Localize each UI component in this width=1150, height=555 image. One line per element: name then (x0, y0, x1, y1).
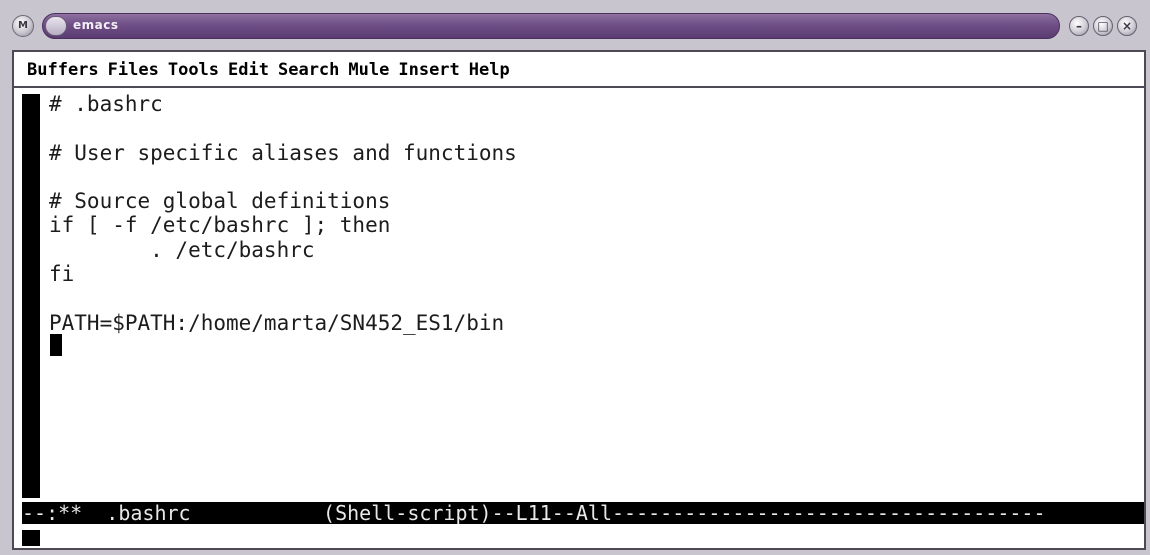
menu-buffers[interactable]: Buffers (27, 52, 99, 88)
mode-line: --:** .bashrc (Shell-script)--L11--All--… (22, 502, 1144, 524)
buffer-line (49, 286, 517, 310)
text-cursor (50, 334, 62, 356)
buffer-line: # .bashrc (49, 92, 163, 116)
buffer-text[interactable]: # .bashrc # User specific aliases and fu… (49, 92, 517, 335)
menu-search[interactable]: Search (278, 52, 339, 88)
buffer-line: fi (49, 262, 75, 287)
minibuffer-cursor (22, 530, 40, 546)
emacs-window: M emacs – □ × Buffers Files Tools Edit Searc… (0, 0, 1150, 555)
menu-mule[interactable]: Mule (348, 52, 389, 88)
menu-tools[interactable]: Tools (168, 52, 219, 88)
buffer-line (49, 116, 517, 140)
menu-edit[interactable]: Edit (228, 52, 269, 88)
minimize-button[interactable]: – (1069, 16, 1089, 36)
menu-files[interactable]: Files (108, 52, 159, 88)
menu-help[interactable]: Help (469, 52, 510, 88)
emacs-frame: Buffers Files Tools Edit Search Mule Insert Hel… (12, 50, 1146, 550)
maximize-button[interactable]: □ (1093, 16, 1113, 36)
buffer-line: . /etc/bashrc (49, 237, 315, 262)
buffer-line: # Source global definitions (49, 189, 391, 214)
menu-bar: Buffers Files Tools Edit Search Mule Insert Hel… (14, 52, 1144, 88)
buffer-line: if [ -f /etc/bashrc ]; then (49, 213, 391, 238)
buffer-line: PATH=$PATH:/home/marta/SN452_ES1/bin (49, 310, 505, 335)
buffer-line: # User specific aliases and functions (49, 140, 517, 165)
close-button[interactable]: × (1117, 16, 1137, 36)
left-fringe (22, 94, 40, 498)
minibuffer[interactable] (14, 526, 1144, 548)
title-pill[interactable]: emacs (42, 13, 1060, 39)
title-bar[interactable]: M emacs – □ × (10, 10, 1140, 42)
window-title: emacs (73, 18, 119, 32)
buffer-line (49, 165, 517, 189)
menu-insert[interactable]: Insert (398, 52, 459, 88)
editor-area[interactable]: # .bashrc # User specific aliases and fu… (14, 88, 1144, 498)
title-cap-icon (45, 16, 67, 36)
window-menu-icon[interactable]: M (12, 15, 34, 37)
